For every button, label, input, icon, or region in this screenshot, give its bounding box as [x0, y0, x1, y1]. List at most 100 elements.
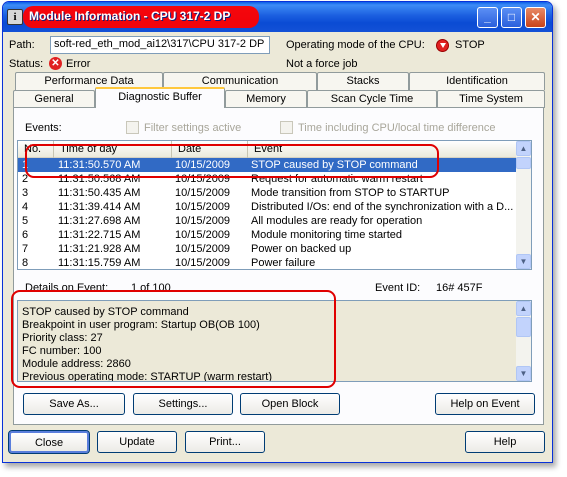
event-no: 3 [22, 187, 29, 199]
scroll-down-icon[interactable]: ▼ [516, 254, 531, 269]
event-no: 2 [22, 173, 29, 185]
scroll-up-icon[interactable]: ▲ [516, 301, 531, 316]
details-line: Previous operating mode: STARTUP (warm r… [22, 371, 273, 382]
open-block-button[interactable]: Open Block [240, 393, 340, 415]
events-scrollbar[interactable]: ▲ ▼ [516, 141, 531, 269]
details-count: 1 of 100 [131, 282, 171, 294]
column-no[interactable]: No. [18, 141, 54, 158]
event-text: Request for automatic warm restart [251, 173, 423, 185]
event-text: Module monitoring time started [251, 229, 403, 241]
event-time: 11:31:27.698 AM [58, 215, 141, 227]
filter-settings-checkbox[interactable] [126, 121, 139, 134]
event-date: 10/15/2009 [175, 215, 231, 227]
stop-mode-icon [436, 39, 449, 52]
path-label: Path: [9, 39, 35, 51]
path-field: soft-red_eth_mod_ai12\317\CPU 317-2 DP [50, 36, 270, 54]
event-text: All modules are ready for operation [251, 215, 423, 227]
event-no: 4 [22, 201, 29, 213]
tab-time-system[interactable]: Time System [437, 90, 545, 108]
error-icon: ✕ [49, 57, 62, 70]
event-time: 11:31:50.568 AM [58, 173, 141, 185]
event-time: 11:31:22.715 AM [58, 229, 141, 241]
settings-button[interactable]: Settings... [133, 393, 233, 415]
filter-settings-label: Filter settings active [144, 122, 242, 134]
help-button[interactable]: Help [465, 431, 545, 453]
scroll-thumb[interactable] [516, 317, 531, 337]
event-text: STOP caused by STOP command [251, 159, 418, 171]
update-button[interactable]: Update [97, 431, 177, 453]
events-list[interactable]: No. Time of day Date Event 1 11:31:50.57… [17, 140, 532, 270]
details-line: FC number: 100 [22, 345, 102, 357]
tab-memory[interactable]: Memory [225, 90, 307, 108]
force-job-text: Not a force job [286, 58, 358, 70]
event-time: 11:31:15.759 AM [58, 257, 141, 269]
event-id-value: 16# 457F [436, 282, 483, 294]
column-time-of-day[interactable]: Time of day [54, 141, 172, 158]
event-row[interactable]: 4 11:31:39.414 AM 10/15/2009 Distributed… [18, 200, 518, 214]
tab-identification[interactable]: Identification [409, 72, 545, 90]
events-list-header: No. Time of day Date Event [18, 141, 518, 158]
details-line: Breakpoint in user program: Startup OB(O… [22, 319, 260, 331]
details-scrollbar[interactable]: ▲ ▼ [516, 301, 531, 381]
close-window-button[interactable]: ✕ [525, 7, 546, 28]
tab-stacks[interactable]: Stacks [317, 72, 409, 90]
module-information-window: i Module Information - CPU 317-2 DP _ □ … [2, 1, 553, 463]
event-row[interactable]: 7 11:31:21.928 AM 10/15/2009 Power on ba… [18, 242, 518, 256]
time-difference-checkbox[interactable] [280, 121, 293, 134]
event-row[interactable]: 3 11:31:50.435 AM 10/15/2009 Mode transi… [18, 186, 518, 200]
tab-diagnostic-buffer[interactable]: Diagnostic Buffer [95, 87, 225, 108]
column-event[interactable]: Event [248, 141, 518, 158]
operating-mode-label: Operating mode of the CPU: [286, 39, 425, 51]
scroll-up-icon[interactable]: ▲ [516, 141, 531, 156]
event-id-label: Event ID: [375, 282, 421, 294]
event-date: 10/15/2009 [175, 173, 231, 185]
status-value: Error [66, 58, 91, 70]
event-text: Power on backed up [251, 243, 352, 255]
event-text: Mode transition from STOP to STARTUP [251, 187, 450, 199]
print-button[interactable]: Print... [185, 431, 265, 453]
operating-mode-value: STOP [455, 39, 485, 51]
event-date: 10/15/2009 [175, 243, 231, 255]
status-label: Status: [9, 58, 44, 70]
event-row[interactable]: 8 11:31:15.759 AM 10/15/2009 Power failu… [18, 256, 518, 269]
column-date[interactable]: Date [172, 141, 248, 158]
event-date: 10/15/2009 [175, 257, 231, 269]
event-row[interactable]: 6 11:31:22.715 AM 10/15/2009 Module moni… [18, 228, 518, 242]
event-text: Distributed I/Os: end of the synchroniza… [251, 201, 514, 213]
events-label: Events: [25, 122, 62, 134]
maximize-button[interactable]: □ [501, 7, 522, 28]
event-no: 6 [22, 229, 29, 241]
scroll-thumb[interactable] [516, 157, 531, 169]
tab-general[interactable]: General [13, 90, 95, 108]
event-time: 11:31:39.414 AM [58, 201, 141, 213]
event-text: Power failure [251, 257, 316, 269]
event-no: 8 [22, 257, 29, 269]
event-row[interactable]: 5 11:31:27.698 AM 10/15/2009 All modules… [18, 214, 518, 228]
app-info-icon: i [7, 9, 23, 25]
event-date: 10/15/2009 [175, 229, 231, 241]
event-no: 5 [22, 215, 29, 227]
scroll-down-icon[interactable]: ▼ [516, 366, 531, 381]
window-title: Module Information - CPU 317-2 DP [29, 9, 231, 23]
details-line: Priority class: 27 [22, 332, 103, 344]
event-row[interactable]: 1 11:31:50.570 AM 10/15/2009 STOP caused… [18, 158, 518, 172]
tab-scan-cycle-time[interactable]: Scan Cycle Time [307, 90, 437, 108]
event-time: 11:31:50.570 AM [58, 159, 141, 171]
event-no: 7 [22, 243, 29, 255]
title-bar[interactable]: i Module Information - CPU 317-2 DP _ □ … [3, 2, 552, 32]
event-details-box[interactable]: STOP caused by STOP command Breakpoint i… [17, 300, 532, 382]
save-as-button[interactable]: Save As... [23, 393, 125, 415]
details-line: Module address: 2860 [22, 358, 131, 370]
event-date: 10/15/2009 [175, 159, 231, 171]
time-difference-label: Time including CPU/local time difference [298, 122, 496, 134]
close-button[interactable]: Close [8, 430, 90, 454]
event-row[interactable]: 2 11:31:50.568 AM 10/15/2009 Request for… [18, 172, 518, 186]
event-date: 10/15/2009 [175, 187, 231, 199]
details-label: Details on Event: [25, 282, 109, 294]
minimize-button[interactable]: _ [477, 7, 498, 28]
event-no: 1 [22, 159, 29, 171]
event-date: 10/15/2009 [175, 201, 231, 213]
help-on-event-button[interactable]: Help on Event [435, 393, 535, 415]
event-time: 11:31:21.928 AM [58, 243, 141, 255]
details-line: STOP caused by STOP command [22, 306, 189, 318]
